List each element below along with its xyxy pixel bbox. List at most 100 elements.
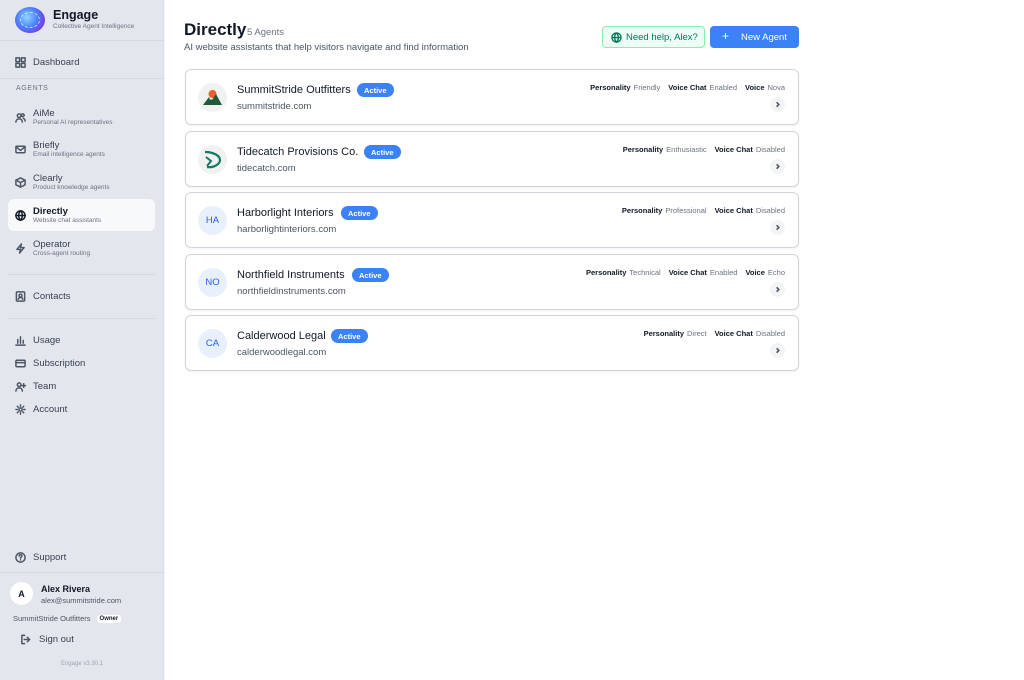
chevron-right-icon[interactable] [770,343,785,358]
logout-icon [21,634,31,645]
agent-card[interactable]: Tidecatch Provisions Co. Active tidecatc… [185,131,799,187]
personality-label: Personality [622,145,664,154]
app-version: Engage v3.30.1 [60,661,104,667]
sidebar-item-subscription[interactable]: Subscription [8,355,155,372]
chevron-right-icon[interactable] [770,220,785,235]
sidebar-item-subtitle: Cross-agent routing [33,249,91,257]
sidebar-divider [8,274,155,275]
page-title: Directly [184,20,247,39]
brand-name: Engage [53,8,99,22]
voice-value: Nova [767,83,785,92]
sidebar-item-briefly[interactable]: Briefly Email intelligence agents [8,134,155,164]
sidebar-item-account[interactable]: Account [8,401,155,418]
agent-card[interactable]: NO Northfield Instruments Active northfi… [185,254,799,310]
user-plus-icon [15,381,26,392]
voice-value: Echo [767,268,785,277]
agent-card[interactable]: SummitStride Outfitters Active summitstr… [185,69,799,125]
sidebar-item-clearly[interactable]: Clearly Product knowledge agents [8,167,155,197]
voice-label: Voice [745,83,765,92]
sidebar-item-subtitle: Website chat assistants [33,216,102,224]
bar-chart-icon [15,335,26,346]
sidebar-item-title: Briefly [33,139,60,151]
sidebar-item-label: Team [33,381,57,392]
sidebar-item-usage[interactable]: Usage [8,332,155,349]
agent-meta: Personality Enthusiastic Voice Chat Disabl… [623,145,785,154]
sidebar-divider [0,40,164,41]
sidebar-divider [0,572,164,573]
voice-chat-value: Disabled [755,329,785,338]
plus-icon: + [722,29,730,43]
sidebar-item-title: Clearly [33,172,63,184]
personality-label: Personality [643,329,685,338]
agent-domain: summitstride.com [237,101,312,112]
chevron-right-icon[interactable] [770,159,785,174]
main-content: Directly 5 Agents AI website assistants … [165,0,1024,680]
agent-meta: Personality Friendly Voice Chat Enabled Vo… [590,83,785,92]
voice-chat-value: Disabled [755,206,785,215]
zap-icon [15,242,26,254]
box-icon [15,176,26,188]
agent-initials-avatar: HA [198,206,227,235]
contacts-icon [15,291,26,302]
agent-card[interactable]: CA Calderwood Legal Active calderwoodleg… [185,315,799,371]
help-circle-icon [15,552,26,563]
agent-domain: northfieldinstruments.com [237,286,346,297]
sign-out-label: Sign out [39,634,74,645]
sidebar-item-contacts[interactable]: Contacts [8,288,155,305]
status-badge: Active [331,329,368,343]
sidebar-item-directly[interactable]: Directly Website chat assistants [8,199,155,231]
need-help-label: Need help, Alex? [626,31,698,43]
status-badge: Active [352,268,389,282]
dashboard-icon [15,57,26,68]
voice-chat-value: Disabled [755,145,785,154]
sidebar-item-dashboard[interactable]: Dashboard [8,54,155,71]
need-help-button[interactable]: Need help, Alex? [602,26,705,48]
new-agent-label: New Agent [741,31,787,43]
sidebar-item-aime[interactable]: AiMe Personal AI representatives [8,102,155,132]
personality-label: Personality [585,268,627,277]
voice-chat-label: Voice Chat [714,145,753,154]
personality-value: Direct [687,329,707,338]
sidebar-item-title: Directly [33,205,68,217]
user-name: Alex Rivera [41,584,91,594]
sidebar-item-operator[interactable]: Operator Cross-agent routing [8,233,155,263]
voice-chat-value: Enabled [709,83,738,92]
agent-initials-avatar: CA [198,329,227,358]
personality-value: Friendly [633,83,661,92]
fish-logo-icon [198,145,227,174]
avatar: A [10,582,33,605]
brand-tagline: Collective Agent Intelligence [53,23,135,30]
agent-card[interactable]: HA Harborlight Interiors Active harborli… [185,192,799,248]
agent-domain: calderwoodlegal.com [237,347,327,358]
sidebar-item-label: Support [33,552,67,563]
mountain-logo-icon [198,83,227,112]
sidebar-item-team[interactable]: Team [8,378,155,395]
role-badge: Owner [96,614,122,623]
personality-value: Technical [629,268,661,277]
agent-meta: Personality Direct Voice Chat Disabled [644,329,785,338]
voice-label: Voice [745,268,765,277]
voice-chat-value: Enabled [709,268,738,277]
sidebar-item-support[interactable]: Support [8,549,155,566]
credit-card-icon [15,358,26,369]
personality-value: Professional [665,206,707,215]
brand[interactable]: Engage Collective Agent Intelligence [15,7,134,33]
personality-value: Enthusiastic [666,145,707,154]
sidebar-item-label: Account [33,404,68,415]
sidebar: Engage Collective Agent Intelligence Das… [0,0,164,680]
chevron-right-icon[interactable] [770,97,785,112]
brand-logo-icon [15,7,45,33]
users-icon [15,112,26,123]
agent-meta: Personality Technical Voice Chat Enabled V… [586,268,785,277]
sign-out-button[interactable]: Sign out [20,634,74,645]
agent-meta: Personality Professional Voice Chat Disabl… [622,206,785,215]
sidebar-item-label: Usage [33,335,61,346]
sidebar-item-label: Contacts [33,291,71,302]
status-badge: Active [364,145,401,159]
org-name: SummitStride Outfitters [13,614,91,623]
agent-domain: harborlightinteriors.com [237,224,337,235]
chevron-right-icon[interactable] [770,282,785,297]
new-agent-button[interactable]: + New Agent [710,26,799,48]
voice-chat-label: Voice Chat [714,329,753,338]
agents-section-label: AGENTS [16,85,49,92]
